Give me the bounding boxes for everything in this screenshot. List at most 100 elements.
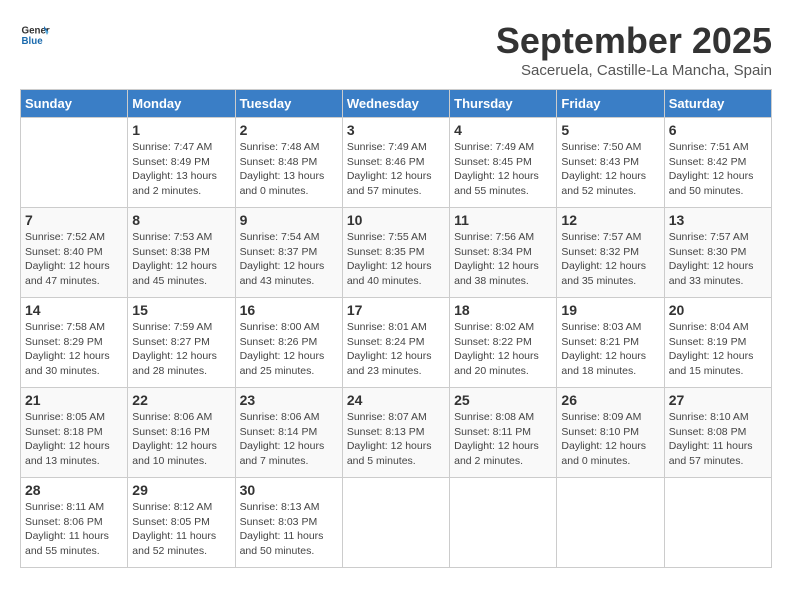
calendar-cell: 14 Sunrise: 7:58 AM Sunset: 8:29 PM Dayli…: [21, 298, 128, 388]
calendar-cell: [557, 478, 664, 568]
calendar-cell: 29Sunrise: 8:12 AM Sunset: 8:05 PM Dayli…: [128, 478, 235, 568]
calendar-cell: 17Sunrise: 8:01 AM Sunset: 8:24 PM Dayli…: [342, 298, 449, 388]
calendar-cell: 16Sunrise: 8:00 AM Sunset: 8:26 PM Dayli…: [235, 298, 342, 388]
day-number: 15: [132, 302, 230, 318]
day-number: 14: [25, 302, 123, 318]
calendar-cell: 26 Sunrise: 8:09 AM Sunset: 8:10 PM Dayli…: [557, 388, 664, 478]
day-number: 5: [561, 122, 659, 138]
calendar-cell: [664, 478, 771, 568]
calendar-cell: 1 Sunrise: 7:47 AM Sunset: 8:49 PM Daylig…: [128, 118, 235, 208]
day-info: Sunrise: 7:54 AM Sunset: 8:37 PM Dayligh…: [240, 230, 338, 289]
calendar-cell: 11 Sunrise: 7:56 AM Sunset: 8:34 PM Dayli…: [450, 208, 557, 298]
calendar-cell: 15 Sunrise: 7:59 AM Sunset: 8:27 PM Dayli…: [128, 298, 235, 388]
day-info: Sunrise: 7:58 AM Sunset: 8:29 PM Dayligh…: [25, 320, 123, 379]
calendar-cell: 19 Sunrise: 8:03 AM Sunset: 8:21 PM Dayli…: [557, 298, 664, 388]
calendar-cell: 5 Sunrise: 7:50 AM Sunset: 8:43 PM Daylig…: [557, 118, 664, 208]
calendar-cell: 10 Sunrise: 7:55 AM Sunset: 8:35 PM Dayli…: [342, 208, 449, 298]
calendar-cell: 7 Sunrise: 7:52 AM Sunset: 8:40 PM Daylig…: [21, 208, 128, 298]
day-info: Sunrise: 8:09 AM Sunset: 8:10 PM Dayligh…: [561, 410, 659, 469]
day-info: Sunrise: 8:08 AM Sunset: 8:11 PM Dayligh…: [454, 410, 552, 469]
day-info: Sunrise: 8:12 AM Sunset: 8:05 PM Dayligh…: [132, 500, 230, 559]
day-info: Sunrise: 7:57 AM Sunset: 8:32 PM Dayligh…: [561, 230, 659, 289]
day-info: Sunrise: 8:10 AM Sunset: 8:08 PM Dayligh…: [669, 410, 767, 469]
day-info: Sunrise: 7:49 AM Sunset: 8:45 PM Dayligh…: [454, 140, 552, 199]
calendar-cell: 20Sunrise: 8:04 AM Sunset: 8:19 PM Dayli…: [664, 298, 771, 388]
calendar-cell: [342, 478, 449, 568]
calendar-cell: 18Sunrise: 8:02 AM Sunset: 8:22 PM Dayli…: [450, 298, 557, 388]
calendar-cell: 28 Sunrise: 8:11 AM Sunset: 8:06 PM Dayli…: [21, 478, 128, 568]
calendar-cell: 22 Sunrise: 8:06 AM Sunset: 8:16 PM Dayli…: [128, 388, 235, 478]
day-number: 2: [240, 122, 338, 138]
day-info: Sunrise: 7:57 AM Sunset: 8:30 PM Dayligh…: [669, 230, 767, 289]
calendar-cell: 27 Sunrise: 8:10 AM Sunset: 8:08 PM Dayli…: [664, 388, 771, 478]
day-number: 13: [669, 212, 767, 228]
calendar-cell: 6 Sunrise: 7:51 AM Sunset: 8:42 PM Daylig…: [664, 118, 771, 208]
day-number: 12: [561, 212, 659, 228]
day-info: Sunrise: 7:50 AM Sunset: 8:43 PM Dayligh…: [561, 140, 659, 199]
day-info: Sunrise: 8:02 AM Sunset: 8:22 PM Dayligh…: [454, 320, 552, 379]
day-info: Sunrise: 8:03 AM Sunset: 8:21 PM Dayligh…: [561, 320, 659, 379]
day-number: 19: [561, 302, 659, 318]
calendar-week-4: 21 Sunrise: 8:05 AM Sunset: 8:18 PM Dayli…: [21, 388, 772, 478]
day-info: Sunrise: 7:59 AM Sunset: 8:27 PM Dayligh…: [132, 320, 230, 379]
day-info: Sunrise: 8:00 AM Sunset: 8:26 PM Dayligh…: [240, 320, 338, 379]
day-number: 23: [240, 392, 338, 408]
day-number: 25: [454, 392, 552, 408]
calendar-title: September 2025: [496, 20, 772, 62]
title-section: September 2025 Saceruela, Castille-La Ma…: [496, 20, 772, 79]
svg-text:Blue: Blue: [22, 36, 44, 47]
day-number: 22: [132, 392, 230, 408]
day-info: Sunrise: 8:11 AM Sunset: 8:06 PM Dayligh…: [25, 500, 123, 559]
weekday-header-monday: Monday: [128, 90, 235, 118]
day-number: 4: [454, 122, 552, 138]
logo-icon: General Blue: [20, 20, 50, 50]
day-info: Sunrise: 8:05 AM Sunset: 8:18 PM Dayligh…: [25, 410, 123, 469]
day-info: Sunrise: 8:07 AM Sunset: 8:13 PM Dayligh…: [347, 410, 445, 469]
day-number: 21: [25, 392, 123, 408]
calendar-cell: 25 Sunrise: 8:08 AM Sunset: 8:11 PM Dayli…: [450, 388, 557, 478]
calendar-cell: 9 Sunrise: 7:54 AM Sunset: 8:37 PM Daylig…: [235, 208, 342, 298]
day-number: 28: [25, 482, 123, 498]
weekday-header-sunday: Sunday: [21, 90, 128, 118]
calendar-week-5: 28 Sunrise: 8:11 AM Sunset: 8:06 PM Dayli…: [21, 478, 772, 568]
day-number: 24: [347, 392, 445, 408]
day-info: Sunrise: 7:47 AM Sunset: 8:49 PM Dayligh…: [132, 140, 230, 199]
day-info: Sunrise: 8:06 AM Sunset: 8:14 PM Dayligh…: [240, 410, 338, 469]
day-number: 6: [669, 122, 767, 138]
calendar-cell: [21, 118, 128, 208]
weekday-header-friday: Friday: [557, 90, 664, 118]
day-number: 27: [669, 392, 767, 408]
day-number: 7: [25, 212, 123, 228]
calendar-header-row: SundayMondayTuesdayWednesdayThursdayFrid…: [21, 90, 772, 118]
calendar-cell: 2Sunrise: 7:48 AM Sunset: 8:48 PM Daylig…: [235, 118, 342, 208]
day-number: 9: [240, 212, 338, 228]
day-number: 10: [347, 212, 445, 228]
day-info: Sunrise: 8:04 AM Sunset: 8:19 PM Dayligh…: [669, 320, 767, 379]
calendar-week-3: 14 Sunrise: 7:58 AM Sunset: 8:29 PM Dayli…: [21, 298, 772, 388]
day-number: 1: [132, 122, 230, 138]
calendar-cell: 8Sunrise: 7:53 AM Sunset: 8:38 PM Daylig…: [128, 208, 235, 298]
calendar-cell: 30Sunrise: 8:13 AM Sunset: 8:03 PM Dayli…: [235, 478, 342, 568]
day-info: Sunrise: 7:55 AM Sunset: 8:35 PM Dayligh…: [347, 230, 445, 289]
calendar-cell: [450, 478, 557, 568]
calendar-week-2: 7 Sunrise: 7:52 AM Sunset: 8:40 PM Daylig…: [21, 208, 772, 298]
day-info: Sunrise: 7:52 AM Sunset: 8:40 PM Dayligh…: [25, 230, 123, 289]
day-info: Sunrise: 8:06 AM Sunset: 8:16 PM Dayligh…: [132, 410, 230, 469]
calendar-cell: 21 Sunrise: 8:05 AM Sunset: 8:18 PM Dayli…: [21, 388, 128, 478]
weekday-header-wednesday: Wednesday: [342, 90, 449, 118]
day-number: 11: [454, 212, 552, 228]
weekday-header-saturday: Saturday: [664, 90, 771, 118]
day-number: 17: [347, 302, 445, 318]
calendar-cell: 24 Sunrise: 8:07 AM Sunset: 8:13 PM Dayli…: [342, 388, 449, 478]
day-number: 3: [347, 122, 445, 138]
day-info: Sunrise: 7:49 AM Sunset: 8:46 PM Dayligh…: [347, 140, 445, 199]
day-number: 26: [561, 392, 659, 408]
calendar-week-1: 1 Sunrise: 7:47 AM Sunset: 8:49 PM Daylig…: [21, 118, 772, 208]
calendar-table: SundayMondayTuesdayWednesdayThursdayFrid…: [20, 89, 772, 568]
calendar-cell: 13 Sunrise: 7:57 AM Sunset: 8:30 PM Dayli…: [664, 208, 771, 298]
day-info: Sunrise: 7:56 AM Sunset: 8:34 PM Dayligh…: [454, 230, 552, 289]
day-info: Sunrise: 8:13 AM Sunset: 8:03 PM Dayligh…: [240, 500, 338, 559]
day-number: 8: [132, 212, 230, 228]
calendar-cell: 23 Sunrise: 8:06 AM Sunset: 8:14 PM Dayli…: [235, 388, 342, 478]
day-info: Sunrise: 7:51 AM Sunset: 8:42 PM Dayligh…: [669, 140, 767, 199]
